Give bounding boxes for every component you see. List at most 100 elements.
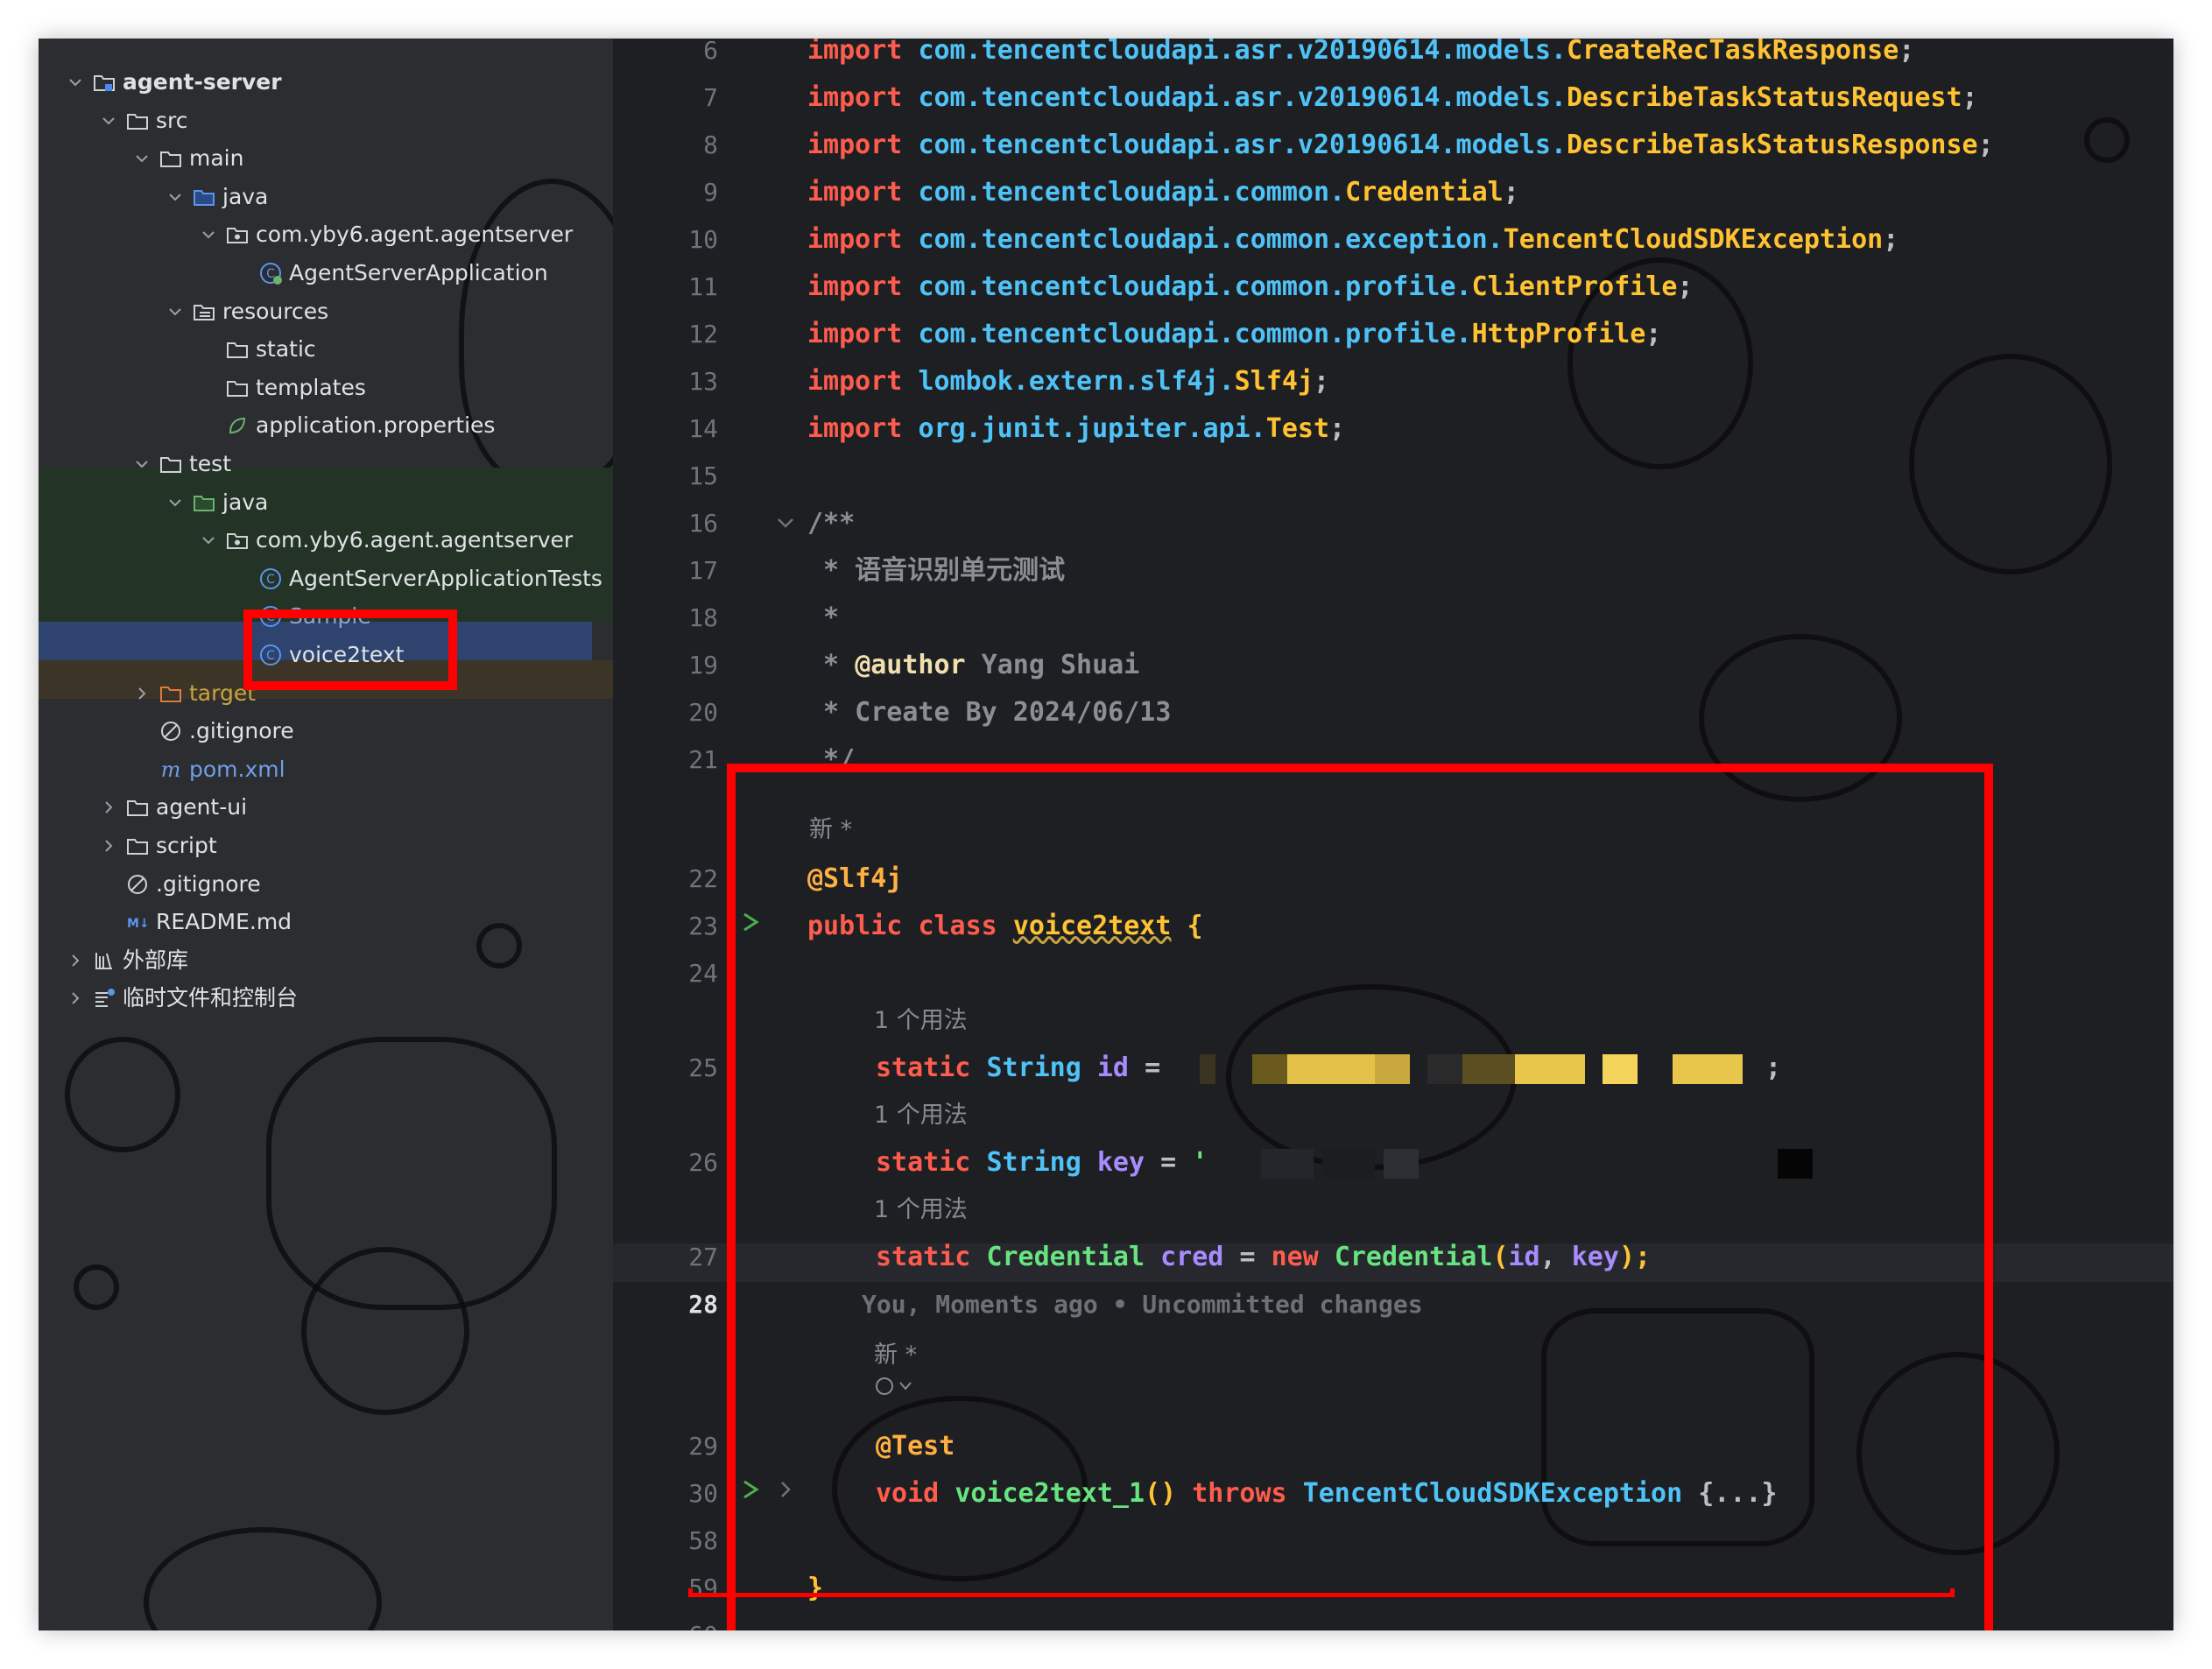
chevron-down-icon[interactable] — [165, 301, 186, 322]
semicolon: ; — [1677, 271, 1694, 302]
code-line-8[interactable]: import com.tencentcloudapi.asr.v20190614… — [807, 126, 1994, 165]
line-number: 21 — [688, 745, 718, 774]
keyword-import: import — [807, 82, 903, 113]
code-line-13[interactable]: import lombok.extern.slf4j.Slf4j; — [807, 363, 1329, 401]
tree-item-pom-xml[interactable]: m pom.xml — [39, 750, 613, 789]
tree-item-label: templates — [256, 374, 366, 400]
code-line-14[interactable]: import org.junit.jupiter.api.Test; — [807, 410, 1345, 448]
tree-item-label: pom.xml — [189, 756, 285, 782]
chevron-right-icon[interactable] — [98, 797, 119, 818]
ignore-icon — [158, 718, 184, 744]
semicolon: ; — [1899, 39, 1915, 66]
tree-item-label: .gitignore — [189, 718, 294, 744]
code-line-19[interactable]: * @author Yang Shuai — [807, 646, 1139, 685]
markdown-icon: M↓ — [124, 909, 151, 935]
highlight-box-voice2text — [243, 609, 457, 690]
tree-item-main[interactable]: main — [39, 139, 613, 178]
doodle-creature — [1909, 354, 2112, 574]
tree-item-agent-ui[interactable]: agent-ui — [39, 788, 613, 827]
semicolon: ; — [1313, 366, 1330, 397]
import-class: ClientProfile — [1471, 271, 1678, 302]
code-line-7[interactable]: import com.tencentcloudapi.asr.v20190614… — [807, 79, 1978, 117]
chevron-right-icon[interactable] — [98, 835, 119, 856]
chevron-right-icon[interactable] — [65, 988, 86, 1009]
class-icon: C — [257, 566, 284, 592]
folder-icon — [124, 794, 151, 820]
highlight-box-code — [727, 764, 1993, 1630]
maven-icon: m — [158, 757, 184, 783]
tree-item-templates[interactable]: templates — [39, 369, 613, 407]
chevron-down-icon[interactable] — [198, 224, 219, 245]
tree-item-gitignore[interactable]: .gitignore — [39, 865, 613, 904]
chevron-down-icon[interactable] — [65, 72, 86, 93]
line-number-current: 28 — [688, 1290, 718, 1319]
tree-item-static[interactable]: static — [39, 330, 613, 369]
semicolon: ; — [1883, 224, 1899, 255]
tree-item-label: 外部库 — [123, 947, 189, 973]
code-line-10[interactable]: import com.tencentcloudapi.common.except… — [807, 221, 1899, 259]
chevron-down-icon[interactable] — [98, 110, 119, 131]
doc-tag-author: @author — [855, 650, 966, 680]
line-number: 20 — [688, 698, 718, 727]
code-line-11[interactable]: import com.tencentcloudapi.common.profil… — [807, 268, 1693, 306]
tree-item-java[interactable]: java — [39, 178, 613, 216]
folder-icon — [224, 336, 250, 363]
tree-item-script[interactable]: script — [39, 827, 613, 865]
chevron-down-icon[interactable] — [131, 454, 152, 475]
import-package: com.tencentcloudapi.common.exception. — [918, 224, 1504, 255]
folder-icon — [224, 375, 250, 401]
code-line-20[interactable]: * Create By 2024/06/13 — [807, 694, 1171, 732]
import-class: Slf4j — [1234, 366, 1314, 397]
tree-item-com-yby6-agent-agentserver[interactable]: com.yby6.agent.agentserver — [39, 521, 613, 560]
chevron-right-icon[interactable] — [131, 683, 152, 704]
tree-item-[interactable]: 临时文件和控制台 — [39, 979, 613, 1018]
tree-item-application-properties[interactable]: application.properties — [39, 406, 613, 445]
tree-item-src[interactable]: src — [39, 102, 613, 140]
line-number: 7 — [703, 83, 718, 112]
code-line-9[interactable]: import com.tencentcloudapi.common.Creden… — [807, 173, 1519, 212]
line-number: 9 — [703, 178, 718, 207]
tree-item-readme-md[interactable]: M↓ README.md — [39, 903, 613, 941]
code-line-6[interactable]: import com.tencentcloudapi.asr.v20190614… — [807, 39, 1914, 70]
tree-item-com-yby6-agent-agentserver[interactable]: com.yby6.agent.agentserver — [39, 215, 613, 254]
line-number: 8 — [703, 130, 718, 159]
tree-item-label: AgentServerApplication — [289, 260, 548, 285]
code-line-18[interactable]: * — [807, 599, 839, 637]
chevron-down-icon[interactable] — [198, 530, 219, 551]
keyword-import: import — [807, 177, 903, 208]
chevron-right-icon[interactable] — [65, 950, 86, 971]
code-line-17[interactable]: * 语音识别单元测试 — [807, 552, 1065, 590]
chevron-down-icon[interactable] — [165, 492, 186, 513]
doodle-fish — [144, 1527, 382, 1630]
code-line-16[interactable]: /** — [807, 504, 855, 543]
tree-item-gitignore[interactable]: .gitignore — [39, 712, 613, 750]
line-number: 60 — [613, 1618, 718, 1630]
svg-text:C: C — [266, 573, 275, 587]
import-class: Test — [1265, 413, 1330, 444]
code-line-12[interactable]: import com.tencentcloudapi.common.profil… — [807, 315, 1661, 354]
line-number: 12 — [688, 320, 718, 349]
fold-collapse-icon[interactable] — [774, 511, 797, 534]
doodle-circle — [74, 1264, 119, 1310]
tree-item-[interactable]: 外部库 — [39, 941, 613, 980]
tree-item-java[interactable]: java — [39, 483, 613, 522]
tree-item-label: README.md — [156, 909, 292, 935]
source-folder-icon — [191, 184, 217, 210]
doc-comment: * Create By 2024/06/13 — [807, 697, 1172, 728]
tree-item-agentserverapplication[interactable]: C AgentServerApplication — [39, 254, 613, 292]
chevron-down-icon[interactable] — [131, 148, 152, 169]
tree-item-agent-server[interactable]: agent-server — [39, 63, 613, 102]
import-class: DescribeTaskStatusRequest — [1566, 82, 1962, 113]
tree-item-label: application.properties — [256, 412, 496, 439]
folder-icon — [124, 108, 151, 134]
import-package: com.tencentcloudapi.asr.v20190614.models… — [918, 39, 1567, 66]
chevron-down-icon[interactable] — [165, 187, 186, 208]
tree-item-test[interactable]: test — [39, 445, 613, 483]
spring-class-icon: C — [257, 260, 284, 286]
tree-item-resources[interactable]: resources — [39, 292, 613, 331]
tree-item-agentserverapplicationtests[interactable]: C AgentServerApplicationTests — [39, 560, 613, 598]
